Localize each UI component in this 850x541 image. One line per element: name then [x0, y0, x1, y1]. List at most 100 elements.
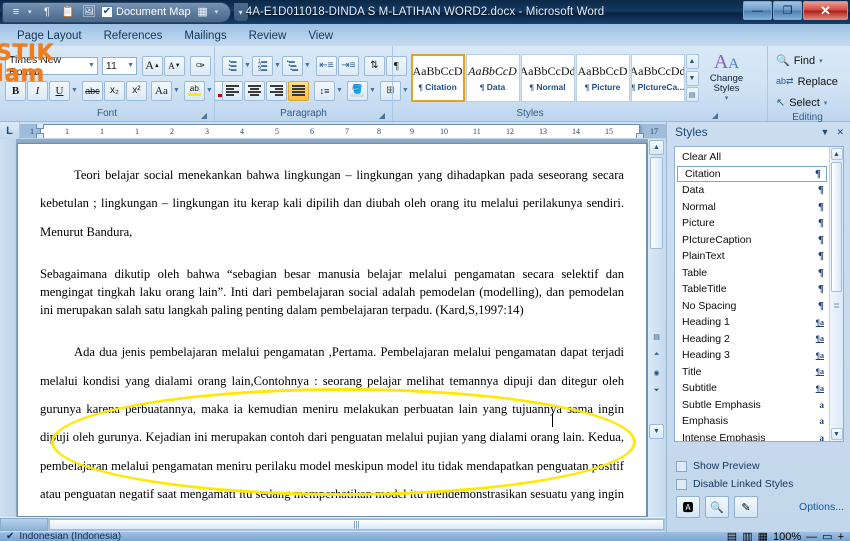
scroll-up-button[interactable]: ▲	[649, 140, 664, 155]
style-card-normal[interactable]: AaBbCcDd ¶ Normal	[520, 54, 575, 102]
show-preview-checkbox-row[interactable]: Show Preview	[676, 460, 760, 472]
document-body[interactable]: Teori belajar social menekankan bahwa li…	[40, 161, 624, 516]
hscroll-thumb[interactable]: |||	[49, 519, 664, 530]
text-highlight-button[interactable]: ab	[183, 80, 205, 101]
style-card-data[interactable]: AaBbCcD ¶ Data	[465, 54, 520, 102]
styles-gallery-more-icon[interactable]: ▤	[685, 87, 699, 102]
justify-button[interactable]	[288, 80, 309, 101]
select-button[interactable]: ↖ Select ▾	[771, 93, 844, 112]
shrink-font-button[interactable]: A ▼	[164, 55, 185, 76]
styles-scroll-thumb[interactable]	[831, 162, 842, 292]
styles-list-item-data[interactable]: Data ¶	[675, 182, 829, 199]
select-dropdown-icon[interactable]: ▾	[824, 99, 828, 107]
bullets-button[interactable]: ▪▬ ▪▬ ▪▬	[222, 55, 243, 76]
italic-button[interactable]: I	[27, 80, 48, 101]
styles-list-item-picturecaption[interactable]: PIctureCaption ¶	[675, 232, 829, 249]
previous-page-icon[interactable]: ⏶	[649, 347, 664, 362]
font-dialog-launcher-icon[interactable]: ◢	[199, 111, 209, 121]
align-center-button[interactable]	[244, 80, 265, 101]
undo-dropdown-icon[interactable]: ▾	[28, 8, 35, 16]
proofing-icon[interactable]: ✔	[6, 532, 14, 541]
tab-stop-selector[interactable]: L	[0, 122, 20, 139]
styles-list-item-title[interactable]: Title ¶a	[675, 364, 829, 381]
change-styles-dropdown-icon[interactable]: ▾	[725, 94, 729, 104]
zoom-slider[interactable]: ▭	[822, 532, 832, 541]
first-line-indent-marker[interactable]	[36, 123, 44, 129]
increase-indent-button[interactable]: ⇥≡	[337, 55, 359, 76]
paragraph-dialog-launcher-icon[interactable]: ◢	[377, 111, 387, 121]
styles-list-item-subtitle[interactable]: Subtitle ¶a	[675, 380, 829, 397]
disable-linked-styles-checkbox-row[interactable]: Disable Linked Styles	[676, 478, 793, 490]
highlight-dropdown-icon[interactable]: ▼	[206, 87, 213, 94]
customize-quick-access-icon[interactable]: ▾	[233, 3, 248, 21]
document-page[interactable]: Teori belajar social menekankan bahwa li…	[17, 143, 647, 517]
zoom-level-label[interactable]: 100%	[773, 532, 801, 541]
multilevel-list-button[interactable]: ▪▬ ▪▬ ▪▬	[281, 55, 303, 76]
document-paragraph-2[interactable]: Ada dua jenis pembelajaran melalui penga…	[40, 338, 624, 516]
decrease-indent-button[interactable]: ⇤≡	[315, 55, 337, 76]
table-dropdown-icon[interactable]: ▾	[215, 8, 222, 16]
picture-icon[interactable]: 🖼	[80, 3, 98, 21]
language-label[interactable]: Indonesian (Indonesia)	[19, 532, 121, 541]
document-vertical-scrollbar[interactable]: ▲ ▤ ⏶ ◉ ⏷ ▼	[648, 139, 665, 517]
change-case-dropdown-icon[interactable]: ▼	[173, 87, 180, 94]
styles-list-item-heading-3[interactable]: Heading 3 ¶a	[675, 347, 829, 364]
document-map-checkbox[interactable]: ✔	[101, 6, 113, 18]
styles-dialog-launcher-icon[interactable]: ◢	[710, 111, 720, 121]
strikethrough-button[interactable]: abc	[81, 80, 103, 101]
scroll-down-button[interactable]: ▼	[649, 424, 664, 439]
styles-list-item-tabletitle[interactable]: TableTitle ¶	[675, 281, 829, 298]
tab-references[interactable]: References	[93, 28, 174, 46]
paste-icon[interactable]: 📋	[59, 3, 77, 21]
line-spacing-button[interactable]: ↕≡	[314, 80, 335, 101]
select-browse-object-icon[interactable]: ▤	[649, 329, 664, 344]
new-style-button[interactable]: 🅰	[676, 496, 700, 518]
close-icon[interactable]: ✕	[836, 127, 844, 138]
styles-list-item-heading-2[interactable]: Heading 2 ¶a	[675, 331, 829, 348]
tab-page-layout[interactable]: Page Layout	[6, 28, 93, 46]
font-size-combobox[interactable]: 11 ▼	[101, 56, 137, 75]
document-paragraph-1[interactable]: Teori belajar social menekankan bahwa li…	[40, 161, 624, 246]
browse-object-icon[interactable]: ◉	[649, 365, 664, 380]
styles-scroll-down-icon[interactable]: ▼	[830, 428, 843, 440]
styles-list-item-table[interactable]: Table ¶	[675, 265, 829, 282]
styles-options-link[interactable]: Options...	[799, 501, 844, 513]
formatting-marks-icon[interactable]: ¶	[38, 3, 56, 21]
styles-list-item-plaintext[interactable]: PlainText ¶	[675, 248, 829, 265]
styles-list-scrollbar[interactable]: ▲ ≣ ▼	[829, 147, 843, 441]
styles-scroll-up-icon[interactable]: ▲	[830, 148, 843, 160]
clear-formatting-button[interactable]: ✑	[190, 55, 211, 76]
bullets-dropdown-icon[interactable]: ▼	[244, 62, 251, 69]
superscript-button[interactable]: x²	[125, 80, 147, 101]
style-card-citation[interactable]: AaBbCcD ¶ Citation	[410, 54, 465, 102]
find-dropdown-icon[interactable]: ▾	[819, 57, 823, 65]
print-layout-view-icon[interactable]: ▤	[727, 532, 737, 541]
undo-icon[interactable]: ≡	[7, 3, 25, 21]
change-case-button[interactable]: Aa	[150, 80, 172, 101]
styles-list-item-citation[interactable]: Citation ¶	[677, 165, 827, 182]
underline-button[interactable]: U	[49, 80, 70, 101]
tab-mailings[interactable]: Mailings	[173, 28, 237, 46]
multilevel-list-dropdown-icon[interactable]: ▼	[304, 62, 311, 69]
styles-gallery-up-icon[interactable]: ▲	[685, 54, 699, 69]
style-card-picturecaption[interactable]: AaBbCcDd ¶ PIctureCa...	[630, 54, 685, 102]
vertical-ruler[interactable]	[0, 139, 16, 517]
style-card-picture[interactable]: AaBbCcD ¶ Picture	[575, 54, 630, 102]
table-icon[interactable]: ▦	[194, 3, 212, 21]
numbering-button[interactable]: 1▬ 2▬ 3▬	[251, 55, 273, 76]
close-button[interactable]: ✕	[803, 1, 848, 20]
subscript-button[interactable]: x₂	[103, 80, 125, 101]
document-map-label[interactable]: Document Map	[116, 6, 191, 18]
document-citation-block[interactable]: Sebagaimana dikutip oleh bahwa “sebagian…	[40, 265, 624, 319]
change-styles-button[interactable]: AA Change Styles ▾	[703, 52, 751, 104]
sort-button[interactable]: ⇅	[363, 55, 385, 76]
web-layout-view-icon[interactable]: ▦	[758, 532, 768, 541]
styles-list-item-normal[interactable]: Normal ¶	[675, 199, 829, 216]
replace-button[interactable]: ab⇄ Replace	[771, 72, 844, 91]
scroll-thumb[interactable]	[650, 157, 663, 249]
underline-dropdown-icon[interactable]: ▼	[71, 87, 78, 94]
styles-list-item-no-spacing[interactable]: No Spacing ¶	[675, 298, 829, 315]
styles-list-item-clear-all[interactable]: Clear All	[675, 149, 829, 166]
tab-review[interactable]: Review	[238, 28, 298, 46]
styles-list-item-intense-emphasis[interactable]: Intense Emphasis a	[675, 430, 829, 441]
